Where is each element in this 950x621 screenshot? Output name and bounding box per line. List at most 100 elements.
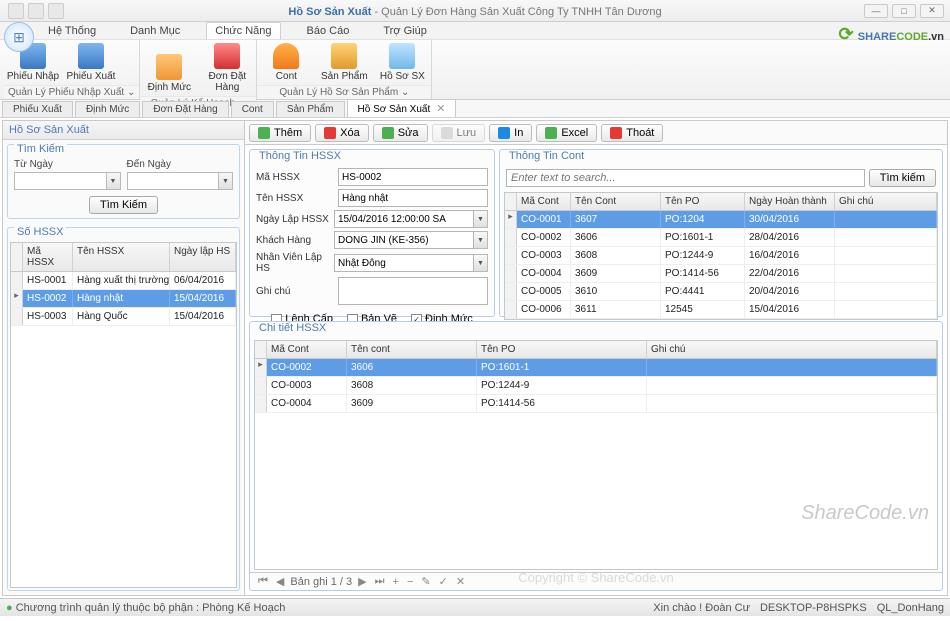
khach-hang-input[interactable] [334, 231, 474, 249]
search-groupbox: Tìm Kiếm Từ Ngày ▼ Đến Ngày ▼ Tìm Kiếm [7, 144, 240, 219]
document-tab[interactable]: Định Mức [75, 101, 140, 117]
minimize-button[interactable]: — [864, 4, 888, 18]
col-ma-hssx[interactable]: Mã HSSX [23, 243, 73, 271]
delete-button[interactable]: Xóa [315, 124, 369, 142]
qat-print-icon[interactable] [28, 3, 44, 19]
col-ngay-lap[interactable]: Ngày lập HS [170, 243, 236, 271]
window-title: Hồ Sơ Sản Xuất - Quản Lý Đơn Hàng Sản Xu… [288, 4, 661, 18]
document-tab[interactable]: Đơn Đặt Hàng [142, 101, 228, 117]
ribbon-icon [214, 43, 240, 69]
detail-pager[interactable]: ⏮ ◀ Bản ghi 1 / 3 ▶ ⏭ + − ✎ ✓ ✕ [250, 572, 942, 590]
menu-tab[interactable]: Báo Cáo [299, 23, 358, 39]
qat-save-icon[interactable] [8, 3, 24, 19]
table-row[interactable]: ▸CO-00013607PO:120430/04/2016 [505, 211, 937, 229]
nhan-vien-dropdown-icon[interactable]: ▼ [474, 254, 488, 272]
cont-search-button[interactable]: Tìm kiếm [869, 169, 936, 187]
pager-first-icon[interactable]: ⏮ [256, 575, 270, 588]
ribbon-label: Phiếu Nhập [7, 71, 59, 82]
tab-close-icon[interactable]: ✕ [436, 103, 445, 115]
pager-prev-icon[interactable]: ◀ [274, 575, 286, 588]
cont-search-input[interactable] [506, 169, 865, 187]
pager-del-icon[interactable]: − [405, 576, 415, 588]
document-tab[interactable]: Cont [231, 101, 274, 117]
table-row[interactable]: CO-00043609PO:1414-5622/04/2016 [505, 265, 937, 283]
status-db: QL_DonHang [877, 602, 944, 614]
add-button[interactable]: Thêm [249, 124, 311, 142]
quick-access-toolbar [8, 3, 64, 19]
hssx-list-groupbox: Số HSSX Mã HSSX Tên HSSX Ngày lập HS HS-… [7, 227, 240, 591]
ribbon-label: Đơn Đặt Hàng [200, 71, 254, 93]
pager-cancel-icon[interactable]: ✕ [454, 575, 467, 588]
search-button[interactable]: Tìm Kiếm [89, 196, 158, 214]
excel-button[interactable]: Excel [536, 124, 597, 142]
table-row[interactable]: CO-00033608PO:1244-9 [255, 377, 937, 395]
table-row[interactable]: CO-00053610PO:444120/04/2016 [505, 283, 937, 301]
from-date-label: Từ Ngày [14, 159, 121, 170]
menu-tab[interactable]: Chức Năng [206, 22, 280, 39]
khach-hang-dropdown-icon[interactable]: ▼ [474, 231, 488, 249]
ribbon-group-title[interactable]: Quản Lý Hồ Sơ Sản Phẩm ⌄ [257, 85, 431, 99]
close-button[interactable]: ✕ [920, 4, 944, 18]
pager-edit-icon[interactable]: ✎ [419, 575, 432, 588]
from-date-dropdown-icon[interactable]: ▼ [107, 172, 121, 190]
table-row[interactable]: CO-00043609PO:1414-56 [255, 395, 937, 413]
ma-hssx-input[interactable] [338, 168, 488, 186]
table-row[interactable]: HS-0003Hàng Quốc15/04/2016 [11, 308, 236, 326]
info-cont-panel: Thông Tin Cont Tìm kiếm Mã Cont Tên Cont… [499, 149, 943, 317]
ribbon-icon [273, 43, 299, 69]
print-button[interactable]: In [489, 124, 532, 142]
pager-label: Bản ghi 1 / 3 [290, 576, 352, 588]
ribbon-button[interactable]: Hồ Sơ SX [373, 40, 431, 85]
status-host: DESKTOP-P8HSPKS [760, 602, 867, 614]
ten-hssx-input[interactable] [338, 189, 488, 207]
to-date-dropdown-icon[interactable]: ▼ [219, 172, 233, 190]
app-menu-button[interactable]: ⊞ [4, 22, 34, 52]
ribbon-button[interactable]: Sản Phẩm [315, 40, 373, 85]
ribbon-tabs: Hệ Thống Danh Mục Chức Năng Báo Cáo Trợ Giúp [0, 22, 950, 40]
status-bar: ● Chương trình quản lý thuộc bộ phận : P… [0, 598, 950, 616]
info-cont-title: Thông Tin Cont [506, 150, 587, 162]
table-row[interactable]: ▸CO-00023606PO:1601-1 [255, 359, 937, 377]
detail-grid[interactable]: Mã Cont Tên cont Tên PO Ghi chú ▸CO-0002… [254, 340, 938, 570]
table-row[interactable]: HS-0001Hàng xuất thị trường Mỹ06/04/2016 [11, 272, 236, 290]
from-date-input[interactable] [14, 172, 107, 190]
table-row[interactable]: ▸HS-0002Hàng nhật15/04/2016 [11, 290, 236, 308]
pager-next-icon[interactable]: ▶ [356, 575, 368, 588]
menu-tab[interactable]: Danh Mục [122, 23, 188, 39]
menu-tab[interactable]: Hệ Thống [40, 23, 104, 39]
table-row[interactable]: CO-00023606PO:1601-128/04/2016 [505, 229, 937, 247]
nhan-vien-input[interactable] [334, 254, 474, 272]
col-ten-hssx[interactable]: Tên HSSX [73, 243, 170, 271]
ribbon-icon [331, 43, 357, 69]
title-bar: Hồ Sơ Sản Xuất - Quản Lý Đơn Hàng Sản Xu… [0, 0, 950, 22]
save-button: Lưu [432, 124, 486, 142]
edit-button[interactable]: Sửa [373, 124, 428, 142]
pager-add-icon[interactable]: + [391, 576, 401, 588]
document-tabs: Phiếu XuấtĐịnh MứcĐơn Đặt HàngContSản Ph… [0, 100, 950, 118]
ribbon-button[interactable]: Cont [257, 40, 315, 85]
table-row[interactable]: CO-000636111254515/04/2016 [505, 301, 937, 319]
status-greeting: Xin chào ! Đoàn Cư [653, 602, 750, 614]
ribbon-icon [389, 43, 415, 69]
pager-check-icon[interactable]: ✓ [437, 575, 450, 588]
document-tab[interactable]: Phiếu Xuất [2, 101, 73, 117]
ribbon-button[interactable]: Phiếu Xuất [62, 40, 120, 85]
document-tab[interactable]: Sản Phẩm [276, 101, 345, 117]
ghi-chu-input[interactable] [338, 277, 488, 305]
qat-dropdown-icon[interactable] [48, 3, 64, 19]
ribbon-button[interactable]: Đơn Đặt Hàng [198, 40, 256, 96]
document-tab[interactable]: Hồ Sơ Sản Xuất✕ [347, 99, 457, 117]
ngay-lap-input[interactable] [334, 210, 474, 228]
table-row[interactable]: CO-00033608PO:1244-916/04/2016 [505, 247, 937, 265]
hssx-grid[interactable]: Mã HSSX Tên HSSX Ngày lập HS HS-0001Hàng… [10, 242, 237, 588]
ngay-lap-dropdown-icon[interactable]: ▼ [474, 210, 488, 228]
ribbon-button[interactable]: Định Mức [140, 40, 198, 96]
cont-grid[interactable]: Mã Cont Tên Cont Tên PO Ngày Hoàn thành … [504, 192, 938, 320]
exit-button[interactable]: Thoát [601, 124, 663, 142]
maximize-button[interactable]: □ [892, 4, 916, 18]
ribbon-label: Hồ Sơ SX [380, 71, 425, 82]
pager-last-icon[interactable]: ⏭ [373, 575, 387, 588]
ribbon-group-title[interactable]: Quản Lý Phiếu Nhập Xuất ⌄ [4, 85, 139, 99]
menu-tab[interactable]: Trợ Giúp [375, 23, 434, 39]
to-date-input[interactable] [127, 172, 220, 190]
